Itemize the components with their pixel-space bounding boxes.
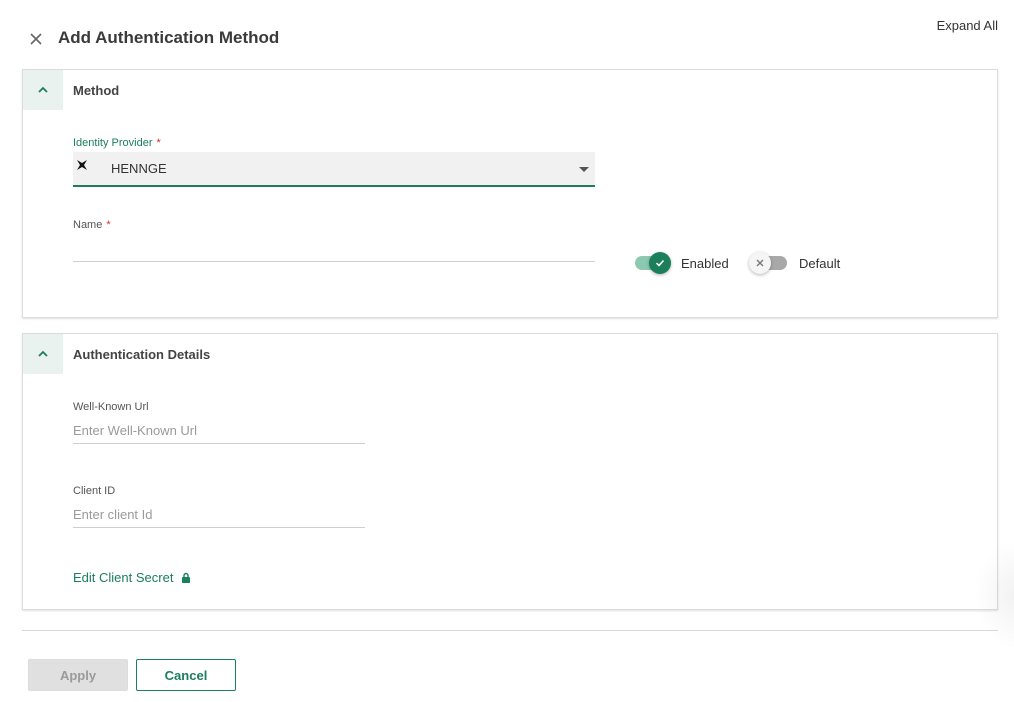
page-title: Add Authentication Method	[58, 28, 280, 47]
name-input[interactable]	[73, 238, 595, 262]
auth-details-section-title: Authentication Details	[73, 347, 211, 362]
footer-divider	[22, 630, 998, 631]
lock-icon	[182, 572, 191, 583]
edit-client-secret-label: Edit Client Secret	[73, 570, 174, 585]
x-icon	[756, 259, 764, 267]
chevron-up-icon	[38, 350, 48, 357]
default-toggle-thumb	[749, 252, 771, 274]
enabled-toggle-thumb	[649, 252, 671, 274]
dropdown-arrow-icon	[579, 167, 589, 172]
enabled-toggle[interactable]: Enabled	[635, 251, 735, 275]
apply-button[interactable]: Apply	[28, 659, 128, 691]
close-button[interactable]	[26, 29, 46, 49]
well-known-url-input[interactable]	[73, 418, 365, 444]
enabled-label: Enabled	[681, 256, 729, 271]
close-icon	[30, 33, 42, 45]
identity-provider-label-text: Identity Provider	[73, 137, 153, 149]
chevron-up-icon	[38, 86, 48, 93]
hennge-icon	[77, 160, 87, 173]
client-id-input[interactable]	[73, 502, 365, 528]
client-id-label: Client ID	[73, 485, 116, 497]
default-label: Default	[799, 256, 841, 271]
default-toggle[interactable]: Default	[749, 251, 849, 275]
name-label-text: Name	[73, 219, 103, 231]
auth-details-collapse-button[interactable]	[23, 334, 63, 374]
expand-all-link[interactable]: Expand All	[937, 18, 998, 33]
identity-provider-label: Identity Provider *	[73, 137, 161, 149]
method-panel: Method Identity Provider * HENNGE Name * E…	[22, 69, 998, 318]
cancel-button[interactable]: Cancel	[136, 659, 236, 691]
check-icon	[655, 259, 665, 267]
name-label: Name *	[73, 219, 111, 231]
identity-provider-value: HENNGE	[111, 161, 167, 176]
method-collapse-button[interactable]	[23, 70, 63, 110]
edit-client-secret-link[interactable]: Edit Client Secret	[73, 570, 191, 585]
identity-provider-select[interactable]: HENNGE	[73, 152, 595, 187]
required-mark: *	[106, 219, 111, 231]
method-section-title: Method	[73, 83, 120, 98]
well-known-url-label: Well-Known Url	[73, 401, 149, 413]
required-mark: *	[156, 137, 161, 149]
decorative-shadow	[974, 540, 1014, 650]
authentication-details-panel: Authentication Details Well-Known Url Cl…	[22, 333, 998, 610]
